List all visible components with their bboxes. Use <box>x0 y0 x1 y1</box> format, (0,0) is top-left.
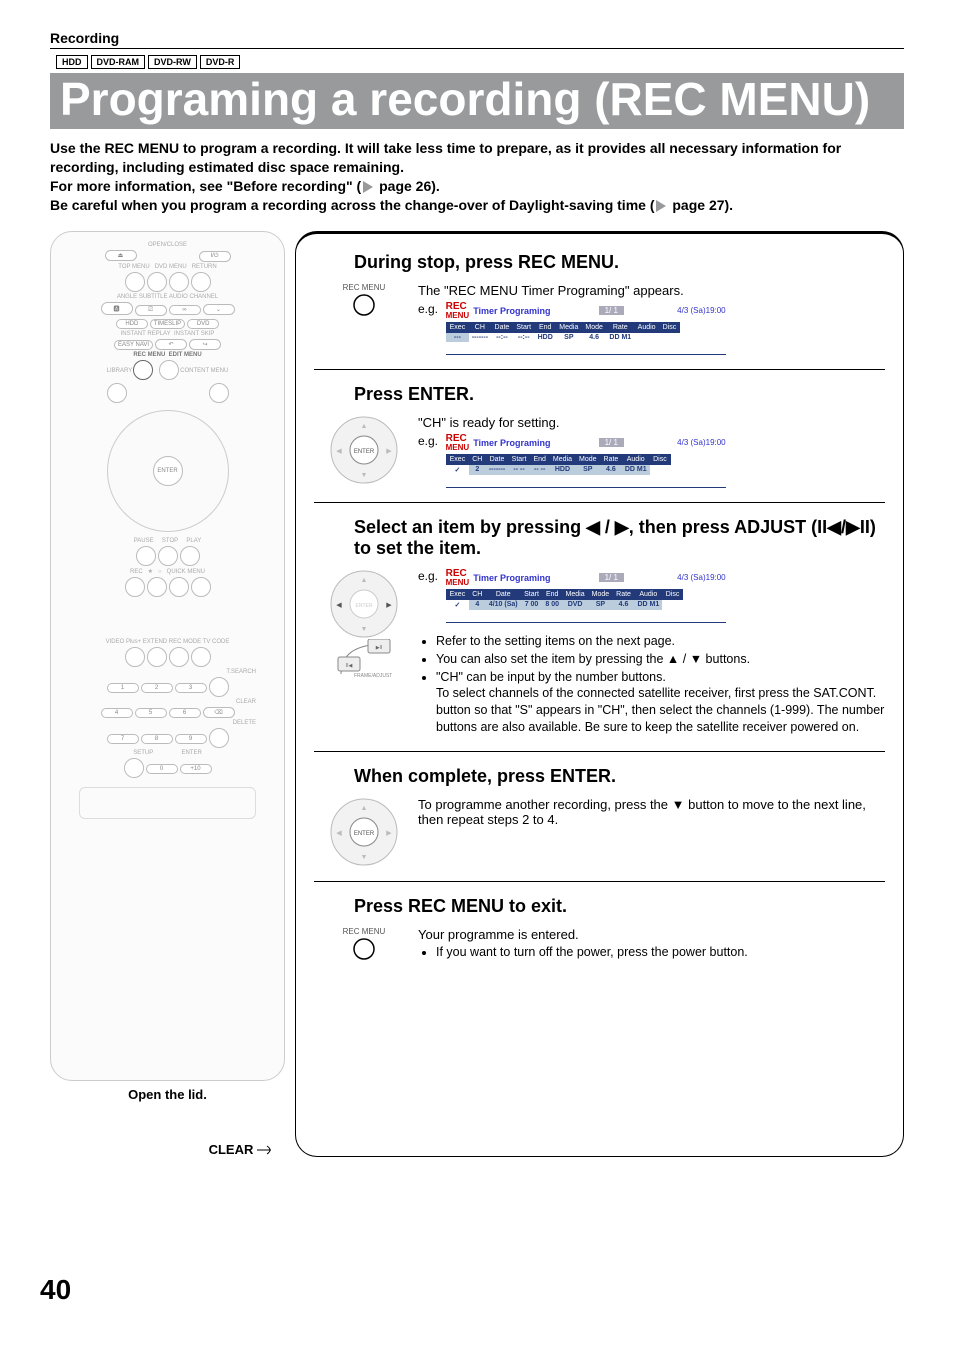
svg-text:◀: ◀ <box>336 602 342 609</box>
remote-clear-label: CLEAR <box>50 1142 285 1157</box>
rec-menu-button-icon: REC MENU <box>324 283 404 318</box>
steps-panel: During stop, press REC MENU. REC MENU Th… <box>295 231 904 1157</box>
intro-line1: Use the REC MENU to program a recording.… <box>50 140 841 175</box>
remote-illustration: OPEN/CLOSE ⏏I/⏻ TOP MENU DVD MENU RETURN… <box>50 231 285 1081</box>
svg-text:▲: ▲ <box>361 423 368 430</box>
page-number: 40 <box>40 1274 71 1306</box>
arrow-icon <box>656 200 666 212</box>
svg-text:▼: ▼ <box>361 854 368 861</box>
eg-label: e.g. <box>418 434 438 448</box>
intro-line2a: For more information, see "Before record… <box>50 178 361 194</box>
svg-text:▼: ▼ <box>361 472 368 479</box>
intro-line3b: page 27). <box>668 197 733 213</box>
osd-screenshot-3: RECMENU Timer Programing 1/ 1 4/3 (Sa)19… <box>446 569 726 623</box>
rec-menu-button-icon: REC MENU <box>324 927 404 962</box>
svg-text:▶II: ▶II <box>376 645 383 651</box>
step1-head: During stop, press REC MENU. <box>354 252 885 273</box>
svg-text:▼: ▼ <box>361 626 368 633</box>
svg-text:ENTER: ENTER <box>356 603 373 609</box>
step4-pretext: To programme another recording, press th… <box>418 797 885 827</box>
osd-screenshot-1: RECMENU Timer Programing 1/ 1 4/3 (Sa)19… <box>446 302 726 355</box>
step3-head: Select an item by pressing ◀ / ▶, then p… <box>354 517 885 559</box>
svg-text:FRAME/ADJUST: FRAME/ADJUST <box>354 673 392 679</box>
svg-text:▲: ▲ <box>361 805 368 812</box>
svg-text:▶: ▶ <box>386 448 392 455</box>
step5-bullets: If you want to turn off the power, press… <box>418 944 885 961</box>
intro-text: Use the REC MENU to program a recording.… <box>50 139 904 215</box>
page-title: Programing a recording (REC MENU) <box>50 73 904 129</box>
remote-panel: OPEN/CLOSE ⏏I/⏻ TOP MENU DVD MENU RETURN… <box>50 231 285 1157</box>
step2-pretext: "CH" is ready for setting. <box>418 415 885 430</box>
remote-open-lid: Open the lid. <box>50 1087 285 1102</box>
tag-dvdr: DVD-R <box>200 55 241 69</box>
svg-text:▲: ▲ <box>361 577 368 584</box>
intro-line3a: Be careful when you program a recording … <box>50 197 654 213</box>
tag-hdd: HDD <box>56 55 88 69</box>
svg-text:▶: ▶ <box>386 830 392 837</box>
enter-dpad-icon: ENTER ▲ ▼ ◀ ▶ <box>324 797 404 867</box>
step4-head: When complete, press ENTER. <box>354 766 885 787</box>
svg-text:▶: ▶ <box>386 602 392 609</box>
step1-pretext: The "REC MENU Timer Programing" appears. <box>418 283 885 298</box>
svg-text:II◀: II◀ <box>346 663 353 669</box>
tag-dvdrw: DVD-RW <box>148 55 197 69</box>
svg-text:ENTER: ENTER <box>354 449 375 455</box>
arrow-icon <box>363 181 373 193</box>
eg-label: e.g. <box>418 302 438 316</box>
intro-line2b: page 26). <box>375 178 440 194</box>
osd-screenshot-2: RECMENU Timer Programing 1/ 1 4/3 (Sa)19… <box>446 434 726 488</box>
media-tags: HDD DVD-RAM DVD-RW DVD-R <box>56 55 904 69</box>
step2-head: Press ENTER. <box>354 384 885 405</box>
svg-text:◀: ◀ <box>336 448 342 455</box>
section-heading: Recording <box>50 30 904 49</box>
enter-dpad-icon: ENTER ▲ ▼ ◀ ▶ <box>324 415 404 485</box>
step5-pretext: Your programme is entered. <box>418 927 885 942</box>
step5-head: Press REC MENU to exit. <box>354 896 885 917</box>
svg-text:ENTER: ENTER <box>354 831 375 837</box>
tag-dvdram: DVD-RAM <box>91 55 146 69</box>
eg-label: e.g. <box>418 569 438 583</box>
svg-text:◀: ◀ <box>336 830 342 837</box>
step3-bullets: Refer to the setting items on the next p… <box>418 633 885 736</box>
adjust-dpad-icon: ENTER ▲ ▼ ◀ ▶ II◀ ▶II FRAME/ADJUST <box>324 569 404 679</box>
